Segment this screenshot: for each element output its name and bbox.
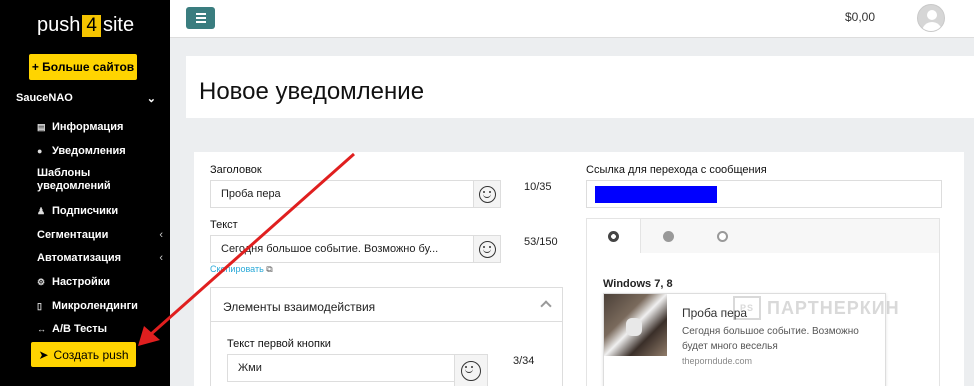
sidebar-item-notifications[interactable]: ● Уведомления	[37, 145, 163, 158]
sidebar-item-label: Информация	[52, 121, 124, 133]
sidebar-item-label: Сегментации	[37, 229, 109, 241]
text-label: Текст	[210, 219, 238, 231]
emoji-picker-button[interactable]	[454, 354, 488, 386]
user-icon: ♟	[37, 206, 46, 216]
text-input[interactable]: Сегодня большое событие. Возможно бу...	[210, 235, 474, 263]
emoji-picker-button[interactable]	[473, 180, 501, 208]
more-sites-button[interactable]: + Больше сайтов	[29, 54, 137, 80]
sidebar-item-segmentation[interactable]: Сегментации ‹	[37, 229, 163, 242]
smile-icon	[478, 185, 496, 203]
sidebar-item-label: A/B Тесты	[52, 323, 108, 335]
sidebar-item-ab-tests[interactable]: ↔ A/B Тесты	[37, 323, 163, 336]
create-push-label: Создать push	[53, 347, 129, 362]
notification-preview-domain: theporndude.com	[682, 356, 753, 366]
arrows-horizontal-icon: ↔	[37, 324, 46, 334]
headline-label: Заголовок	[210, 164, 262, 176]
link-input[interactable]	[586, 180, 942, 208]
topbar: $0,00	[170, 0, 974, 38]
title-card: Новое уведомление	[186, 56, 974, 118]
menu-toggle-button[interactable]	[186, 7, 215, 29]
sidebar-item-templates[interactable]: Шаблоны уведомлений	[37, 167, 163, 193]
tab-opera[interactable]	[695, 219, 749, 253]
chrome-icon	[608, 230, 619, 242]
sidebar-item-label: Уведомления	[52, 145, 126, 157]
watermark: PS ПАРТНЕРКИН	[733, 296, 900, 320]
page-title: Новое уведомление	[199, 78, 425, 105]
tab-firefox[interactable]	[641, 219, 695, 253]
os-label: Windows 7, 8	[603, 278, 673, 290]
sidebar-item-microlandings[interactable]: ▯ Микролендинги	[37, 300, 163, 313]
tab-chrome[interactable]	[587, 219, 641, 253]
smile-icon	[478, 240, 496, 258]
first-button-input[interactable]: Жми	[227, 354, 455, 382]
notification-image	[604, 294, 667, 356]
chat-icon: ●	[37, 146, 43, 156]
gear-icon: ⚙	[37, 277, 46, 287]
emoji-picker-button[interactable]	[473, 235, 501, 263]
hamburger-icon	[195, 13, 206, 15]
firefox-icon	[662, 230, 674, 242]
avatar[interactable]	[917, 4, 945, 32]
logo-site: site	[102, 14, 135, 36]
chevron-left-icon: ‹	[159, 229, 163, 241]
first-button-counter: 3/34	[513, 355, 535, 367]
headline-input[interactable]: Проба пера	[210, 180, 474, 208]
paper-plane-icon: ➤	[38, 347, 49, 362]
redacted-link-value	[595, 186, 717, 203]
chevron-down-icon: ⌄	[146, 93, 156, 105]
smile-icon	[461, 361, 481, 381]
chevron-up-icon	[540, 300, 552, 312]
chevron-left-icon: ‹	[159, 252, 163, 264]
copy-icon: ⧉	[266, 264, 273, 274]
headline-counter: 10/35	[524, 181, 552, 193]
sidebar-item-label: Настройки	[52, 276, 111, 288]
watermark-logo-icon: PS	[733, 296, 761, 320]
interaction-elements-title: Элементы взаимодействия	[223, 300, 376, 314]
page-icon: ▯	[37, 301, 42, 311]
sidebar-item-settings[interactable]: ⚙ Настройки	[37, 276, 163, 289]
link-label: Ссылка для перехода с сообщения	[586, 164, 767, 176]
interaction-elements-panel: Элементы взаимодействия Текст первой кно…	[210, 287, 563, 386]
balance[interactable]: $0,00	[845, 10, 875, 24]
first-button-label: Текст первой кнопки	[227, 338, 331, 350]
interaction-elements-header[interactable]: Элементы взаимодействия	[211, 288, 562, 322]
sidebar-item-label: Шаблоны уведомлений	[37, 167, 111, 192]
notification-form: Заголовок Проба пера 10/35 Текст Сегодня…	[194, 152, 964, 386]
create-push-button[interactable]: ➤ Создать push	[31, 342, 136, 367]
sidebar-item-automation[interactable]: Автоматизация ‹	[37, 252, 163, 265]
notification-preview-body: Сегодня большое событие. Возможно будет …	[682, 326, 859, 352]
text-counter: 53/150	[524, 236, 558, 248]
sidebar-item-info[interactable]: ▤ Информация	[37, 121, 163, 134]
watermark-text: ПАРТНЕРКИН	[767, 297, 900, 318]
opera-icon	[716, 230, 728, 242]
sidebar: push 4 site + Больше сайтов SauceNAO ⌄ ▤…	[0, 0, 170, 386]
list-icon: ▤	[37, 122, 46, 132]
site-selector[interactable]: SauceNAO ⌄	[16, 92, 156, 105]
logo-push: push	[37, 14, 81, 36]
sidebar-item-label: Автоматизация	[37, 252, 122, 264]
logo[interactable]: push 4 site	[37, 14, 134, 37]
copy-link[interactable]: Скопировать ⧉	[210, 264, 273, 275]
sidebar-item-subscribers[interactable]: ♟ Подписчики	[37, 205, 163, 218]
sidebar-item-label: Подписчики	[52, 205, 119, 217]
logo-4: 4	[82, 14, 101, 37]
site-name: SauceNAO	[16, 92, 73, 104]
sidebar-item-label: Микролендинги	[52, 300, 138, 312]
